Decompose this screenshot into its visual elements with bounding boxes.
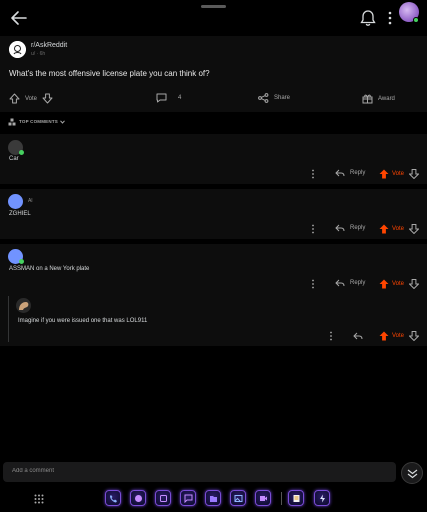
reply-icon xyxy=(335,169,345,177)
online-status-dot xyxy=(413,17,419,23)
upvote-icon[interactable] xyxy=(379,331,389,341)
award-label: Award xyxy=(378,95,395,102)
award-gift-icon xyxy=(362,94,373,104)
collapse-threads-button[interactable] xyxy=(401,462,423,484)
reply-label: Reply xyxy=(350,225,366,231)
reply-icon[interactable] xyxy=(353,332,363,340)
folder-icon[interactable] xyxy=(205,490,221,506)
comment-text: Car xyxy=(9,156,19,162)
more-options-icon[interactable] xyxy=(311,279,315,289)
comment-actions: Reply Vote xyxy=(0,277,427,291)
comment-vote-group: Vote xyxy=(379,224,420,234)
post-action-bar: Vote 4 Share Award xyxy=(0,86,427,110)
post-meta: u/ · 6h xyxy=(31,51,46,57)
subreddit-avatar[interactable] xyxy=(9,41,26,58)
comment-composer xyxy=(3,462,396,482)
comment-author[interactable]: Al xyxy=(28,198,32,204)
chevron-down-icon xyxy=(60,120,65,124)
upvote-icon[interactable] xyxy=(379,279,389,289)
more-options-icon[interactable] xyxy=(385,10,395,26)
upvote-icon[interactable] xyxy=(379,224,389,234)
phone-icon[interactable] xyxy=(105,490,121,506)
post-vote-label: Vote xyxy=(25,95,38,102)
comments-count: 4 xyxy=(178,95,182,101)
post-title: What's the most offensive license plate … xyxy=(9,69,210,78)
reply-icon xyxy=(335,224,345,232)
comment-text: ASSMAN on a New York plate xyxy=(9,266,90,272)
back-arrow-icon[interactable] xyxy=(10,9,28,27)
bell-icon[interactable] xyxy=(360,9,376,27)
bubble-icon[interactable] xyxy=(130,490,146,506)
vote-label: Vote xyxy=(392,281,405,287)
post-vote-group: Vote xyxy=(9,93,53,104)
dock-separator xyxy=(281,492,282,505)
sort-icon xyxy=(8,118,16,126)
comment-text: ZGHIEL xyxy=(9,211,31,217)
top-bar xyxy=(0,0,427,36)
downvote-icon[interactable] xyxy=(409,279,420,289)
downvote-icon[interactable] xyxy=(409,169,420,179)
reply-label: Reply xyxy=(350,280,366,286)
gallery-icon[interactable] xyxy=(230,490,246,506)
online-status-dot xyxy=(19,259,24,264)
chat-icon[interactable] xyxy=(180,490,196,506)
upvote-icon[interactable] xyxy=(9,93,20,104)
comment-vote-group: Vote xyxy=(379,331,420,341)
comment-card: Al ZGHIEL Reply Vote xyxy=(0,189,427,239)
comment-text: Imagine if you were issued one that was … xyxy=(18,318,148,324)
comments-button[interactable]: 4 xyxy=(156,93,181,103)
vote-label: Vote xyxy=(392,226,405,232)
reply-icon xyxy=(335,279,345,287)
more-options-icon[interactable] xyxy=(311,169,315,179)
downvote-icon[interactable] xyxy=(409,224,420,234)
comment-card: ASSMAN on a New York plate Reply Vote Im… xyxy=(0,244,427,346)
comment-actions: Reply Vote xyxy=(0,167,427,181)
share-label: Share xyxy=(274,95,291,101)
vote-label: Vote xyxy=(392,171,405,177)
add-comment-input[interactable] xyxy=(12,468,382,474)
sort-label: TOP COMMENTS xyxy=(19,119,58,124)
comment-vote-group: Vote xyxy=(379,279,420,289)
reply-button[interactable]: Reply xyxy=(335,279,365,287)
comment-avatar[interactable] xyxy=(16,298,31,313)
comment-sort-button[interactable]: TOP COMMENTS xyxy=(0,113,427,131)
downvote-icon[interactable] xyxy=(42,93,53,104)
share-button[interactable]: Share xyxy=(258,93,290,103)
comment-bubble-icon xyxy=(156,93,167,103)
comment-actions: Reply Vote xyxy=(0,222,427,236)
video-icon[interactable] xyxy=(255,490,271,506)
share-icon xyxy=(258,93,269,103)
app-dock xyxy=(0,488,427,512)
reply-button[interactable]: Reply xyxy=(335,169,365,177)
app-icon[interactable] xyxy=(155,490,171,506)
online-status-dot xyxy=(19,150,24,155)
comment-avatar[interactable] xyxy=(8,194,23,209)
app-drawer-icon[interactable] xyxy=(34,494,44,504)
subreddit-name[interactable]: r/AskReddit xyxy=(31,42,67,49)
notes-icon[interactable] xyxy=(288,490,304,506)
vote-label: Vote xyxy=(392,333,405,339)
more-options-icon[interactable] xyxy=(329,331,333,341)
reply-button[interactable]: Reply xyxy=(335,224,365,232)
comment-card: Car Reply Vote xyxy=(0,134,427,184)
comment-vote-group: Vote xyxy=(379,169,420,179)
more-options-icon[interactable] xyxy=(311,224,315,234)
flash-icon[interactable] xyxy=(314,490,330,506)
comment-actions: Vote xyxy=(0,329,427,343)
double-chevron-down-icon xyxy=(407,469,418,479)
reply-label: Reply xyxy=(350,170,366,176)
award-button[interactable]: Award xyxy=(362,93,395,104)
downvote-icon[interactable] xyxy=(409,331,420,341)
upvote-icon[interactable] xyxy=(379,169,389,179)
